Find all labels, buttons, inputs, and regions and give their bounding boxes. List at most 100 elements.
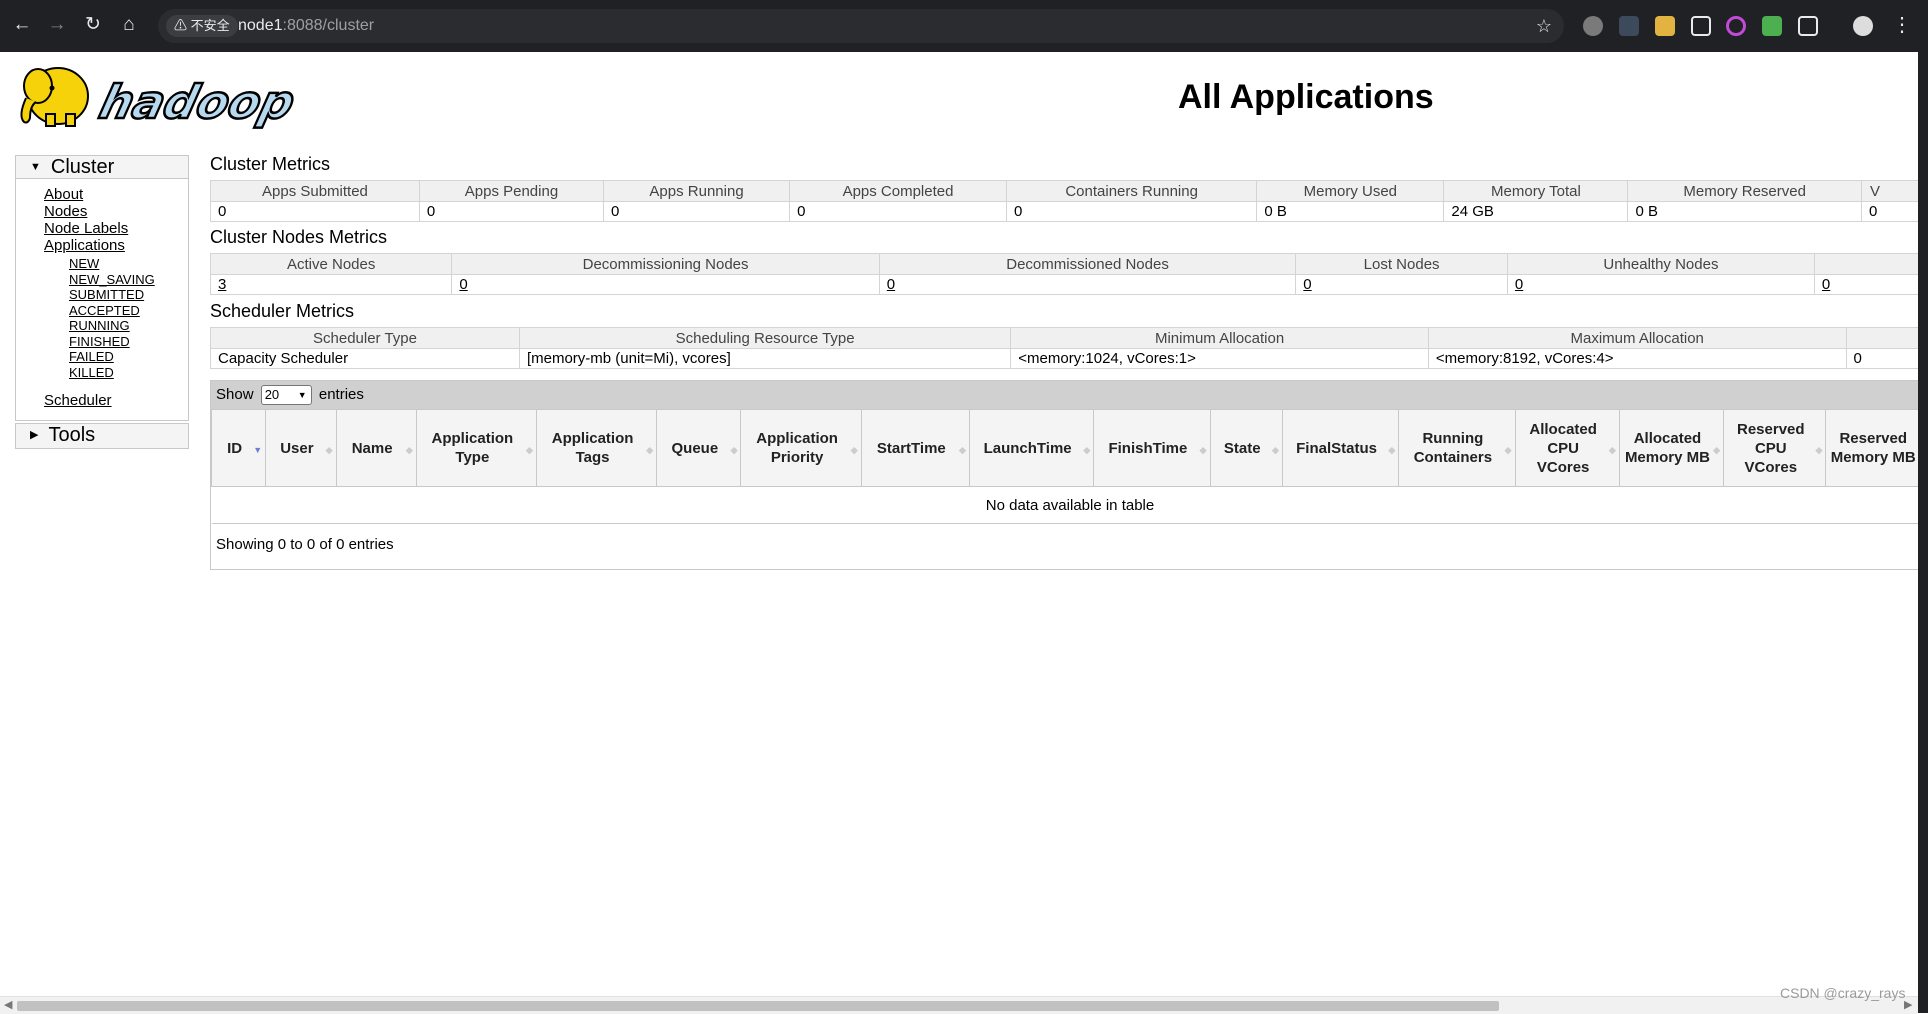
sort-icon: ◆ — [1816, 441, 1823, 460]
metric-value: 0 — [419, 202, 603, 222]
page-size-select[interactable]: 20▼ — [261, 385, 312, 405]
app-state-new[interactable]: NEW — [69, 256, 99, 271]
app-state-running[interactable]: RUNNING — [69, 318, 130, 333]
address-bar[interactable]: ⚠ 不安全 node1:8088/cluster ☆ — [158, 9, 1564, 43]
metric-header: Memory Total — [1444, 181, 1628, 202]
metric-header: Memory Reserved — [1628, 181, 1862, 202]
app-state-new-saving[interactable]: NEW_SAVING — [69, 272, 155, 287]
app-state-accepted[interactable]: ACCEPTED — [69, 303, 140, 318]
scroll-left-icon[interactable]: ◀ — [4, 998, 12, 1011]
col-header-reserved-memory-mb[interactable]: Reserved Memory MB◆ — [1826, 410, 1928, 487]
col-header-application-type[interactable]: Application Type◆ — [416, 410, 536, 487]
profile-avatar-icon[interactable] — [1853, 16, 1873, 36]
metric-value: 0 B — [1628, 202, 1862, 222]
col-header-finishtime[interactable]: FinishTime◆ — [1094, 410, 1210, 487]
lost-nodes-link[interactable]: 0 — [1303, 276, 1311, 293]
metric-value: 24 GB — [1444, 202, 1628, 222]
col-header-application-tags[interactable]: Application Tags◆ — [536, 410, 656, 487]
nav-link-node-labels[interactable]: Node Labels — [44, 220, 128, 237]
back-icon[interactable]: ← — [10, 14, 34, 36]
cluster-nav-header[interactable]: ▼Cluster — [16, 156, 188, 179]
metric-value: 0 — [1006, 202, 1256, 222]
sort-icon: ◆ — [1609, 441, 1616, 460]
sort-icon: ◆ — [1388, 441, 1395, 460]
extension-circle-icon[interactable] — [1583, 16, 1603, 36]
node-metric-header: Lost Nodes — [1296, 254, 1508, 275]
col-header-application-priority[interactable]: Application Priority◆ — [741, 410, 861, 487]
sort-icon: ◆ — [326, 441, 333, 460]
watermark: CSDN @crazy_rays — [1780, 985, 1905, 1001]
url-path: :8088/cluster — [283, 17, 375, 34]
horizontal-scrollbar[interactable]: ◀ ▶ — [0, 996, 1918, 1014]
collapsed-triangle-icon: ▶ — [30, 429, 38, 441]
entries-label: entries — [319, 386, 364, 403]
col-header-reserved-cpu-vcores[interactable]: Reserved CPU VCores ◆ — [1724, 410, 1826, 487]
col-label: Application Priority — [756, 430, 838, 466]
app-state-submitted[interactable]: SUBMITTED — [69, 287, 144, 302]
col-header-id[interactable]: ID▼ — [212, 410, 266, 487]
col-header-name[interactable]: Name◆ — [336, 410, 416, 487]
decommissioned-nodes-link[interactable]: 0 — [887, 276, 895, 293]
url-text[interactable]: node1:8088/cluster — [238, 16, 374, 36]
scheduler-metrics-title: Scheduler Metrics — [210, 301, 354, 322]
reload-icon[interactable]: ↻ — [81, 14, 105, 36]
cluster-metrics-title: Cluster Metrics — [210, 154, 330, 175]
browser-menu-icon[interactable]: ⋮ — [1892, 12, 1912, 38]
decommissioning-nodes-link[interactable]: 0 — [459, 276, 467, 293]
nav-link-nodes[interactable]: Nodes — [44, 203, 87, 220]
tools-nav-header[interactable]: ▶ Tools — [16, 424, 188, 446]
security-badge[interactable]: ⚠ 不安全 — [166, 15, 238, 37]
extension-grid-icon[interactable] — [1762, 16, 1782, 36]
col-header-launchtime[interactable]: LaunchTime◆ — [969, 410, 1093, 487]
empty-table-message: No data available in table — [212, 487, 1928, 524]
browser-toolbar: ← → ↻ ⌂ ⚠ 不安全 node1:8088/cluster ☆ ⋮ — [0, 0, 1928, 52]
extension-download-icon[interactable] — [1655, 16, 1675, 36]
scheduler-value: 0 — [1846, 349, 1928, 369]
nav-link-applications[interactable]: Applications — [44, 237, 125, 254]
col-label: Reserved CPU VCores — [1737, 421, 1805, 476]
active-nodes-link[interactable]: 3 — [218, 276, 226, 293]
scheduler-header: Minimum Allocation — [1011, 328, 1429, 349]
tools-nav-label: Tools — [48, 424, 95, 446]
sort-icon: ◆ — [1200, 441, 1207, 460]
col-label: Running Containers — [1414, 430, 1492, 466]
rebooted-nodes-link[interactable]: 0 — [1822, 276, 1830, 293]
col-header-allocated-cpu-vcores[interactable]: Allocated CPU VCores◆ — [1515, 410, 1619, 487]
bookmark-star-icon[interactable]: ☆ — [1536, 15, 1552, 37]
col-header-starttime[interactable]: StartTime◆ — [861, 410, 969, 487]
col-header-finalstatus[interactable]: FinalStatus◆ — [1282, 410, 1398, 487]
col-header-state[interactable]: State◆ — [1210, 410, 1282, 487]
extension-badge-icon[interactable] — [1619, 16, 1639, 36]
scheduler-header: Scheduling Resource Type — [519, 328, 1010, 349]
applications-table-panel: Show 20▼ entries ID▼ User◆ Name◆ Applica… — [210, 380, 1928, 570]
expanded-triangle-icon: ▼ — [30, 161, 41, 173]
col-label: ID — [227, 440, 242, 457]
app-state-killed[interactable]: KILLED — [69, 365, 114, 380]
extension-ring-icon[interactable] — [1726, 16, 1746, 36]
nav-link-about[interactable]: About — [44, 186, 83, 203]
col-label: User — [280, 440, 313, 457]
app-state-failed[interactable]: FAILED — [69, 349, 114, 364]
tools-nav-panel[interactable]: ▶ Tools — [15, 423, 189, 449]
cluster-links: About Nodes Node Labels Applications NEW… — [16, 186, 188, 409]
table-info: Showing 0 to 0 of 0 entries — [211, 524, 1928, 553]
scheduler-value: Capacity Scheduler — [211, 349, 520, 369]
svg-text:hadoop: hadoop — [94, 77, 300, 130]
col-header-queue[interactable]: Queue◆ — [657, 410, 741, 487]
scheduler-value: [memory-mb (unit=Mi), vcores] — [519, 349, 1010, 369]
nav-link-scheduler[interactable]: Scheduler — [44, 392, 112, 409]
metric-value: 0 — [604, 202, 790, 222]
extensions-puzzle-icon[interactable] — [1798, 16, 1818, 36]
home-icon[interactable]: ⌂ — [117, 14, 141, 36]
sort-icon: ◆ — [406, 441, 413, 460]
col-label: Application Type — [432, 430, 514, 466]
unhealthy-nodes-link[interactable]: 0 — [1515, 276, 1523, 293]
app-state-finished[interactable]: FINISHED — [69, 334, 130, 349]
col-header-allocated-memory-mb[interactable]: Allocated Memory MB◆ — [1619, 410, 1723, 487]
col-header-running-containers[interactable]: Running Containers◆ — [1399, 410, 1515, 487]
scrollbar-thumb[interactable] — [17, 1001, 1499, 1011]
col-header-user[interactable]: User ◆ — [266, 410, 336, 487]
forward-icon[interactable]: → — [45, 14, 69, 36]
col-label: State — [1224, 440, 1261, 457]
extension-box-icon[interactable] — [1691, 16, 1711, 36]
